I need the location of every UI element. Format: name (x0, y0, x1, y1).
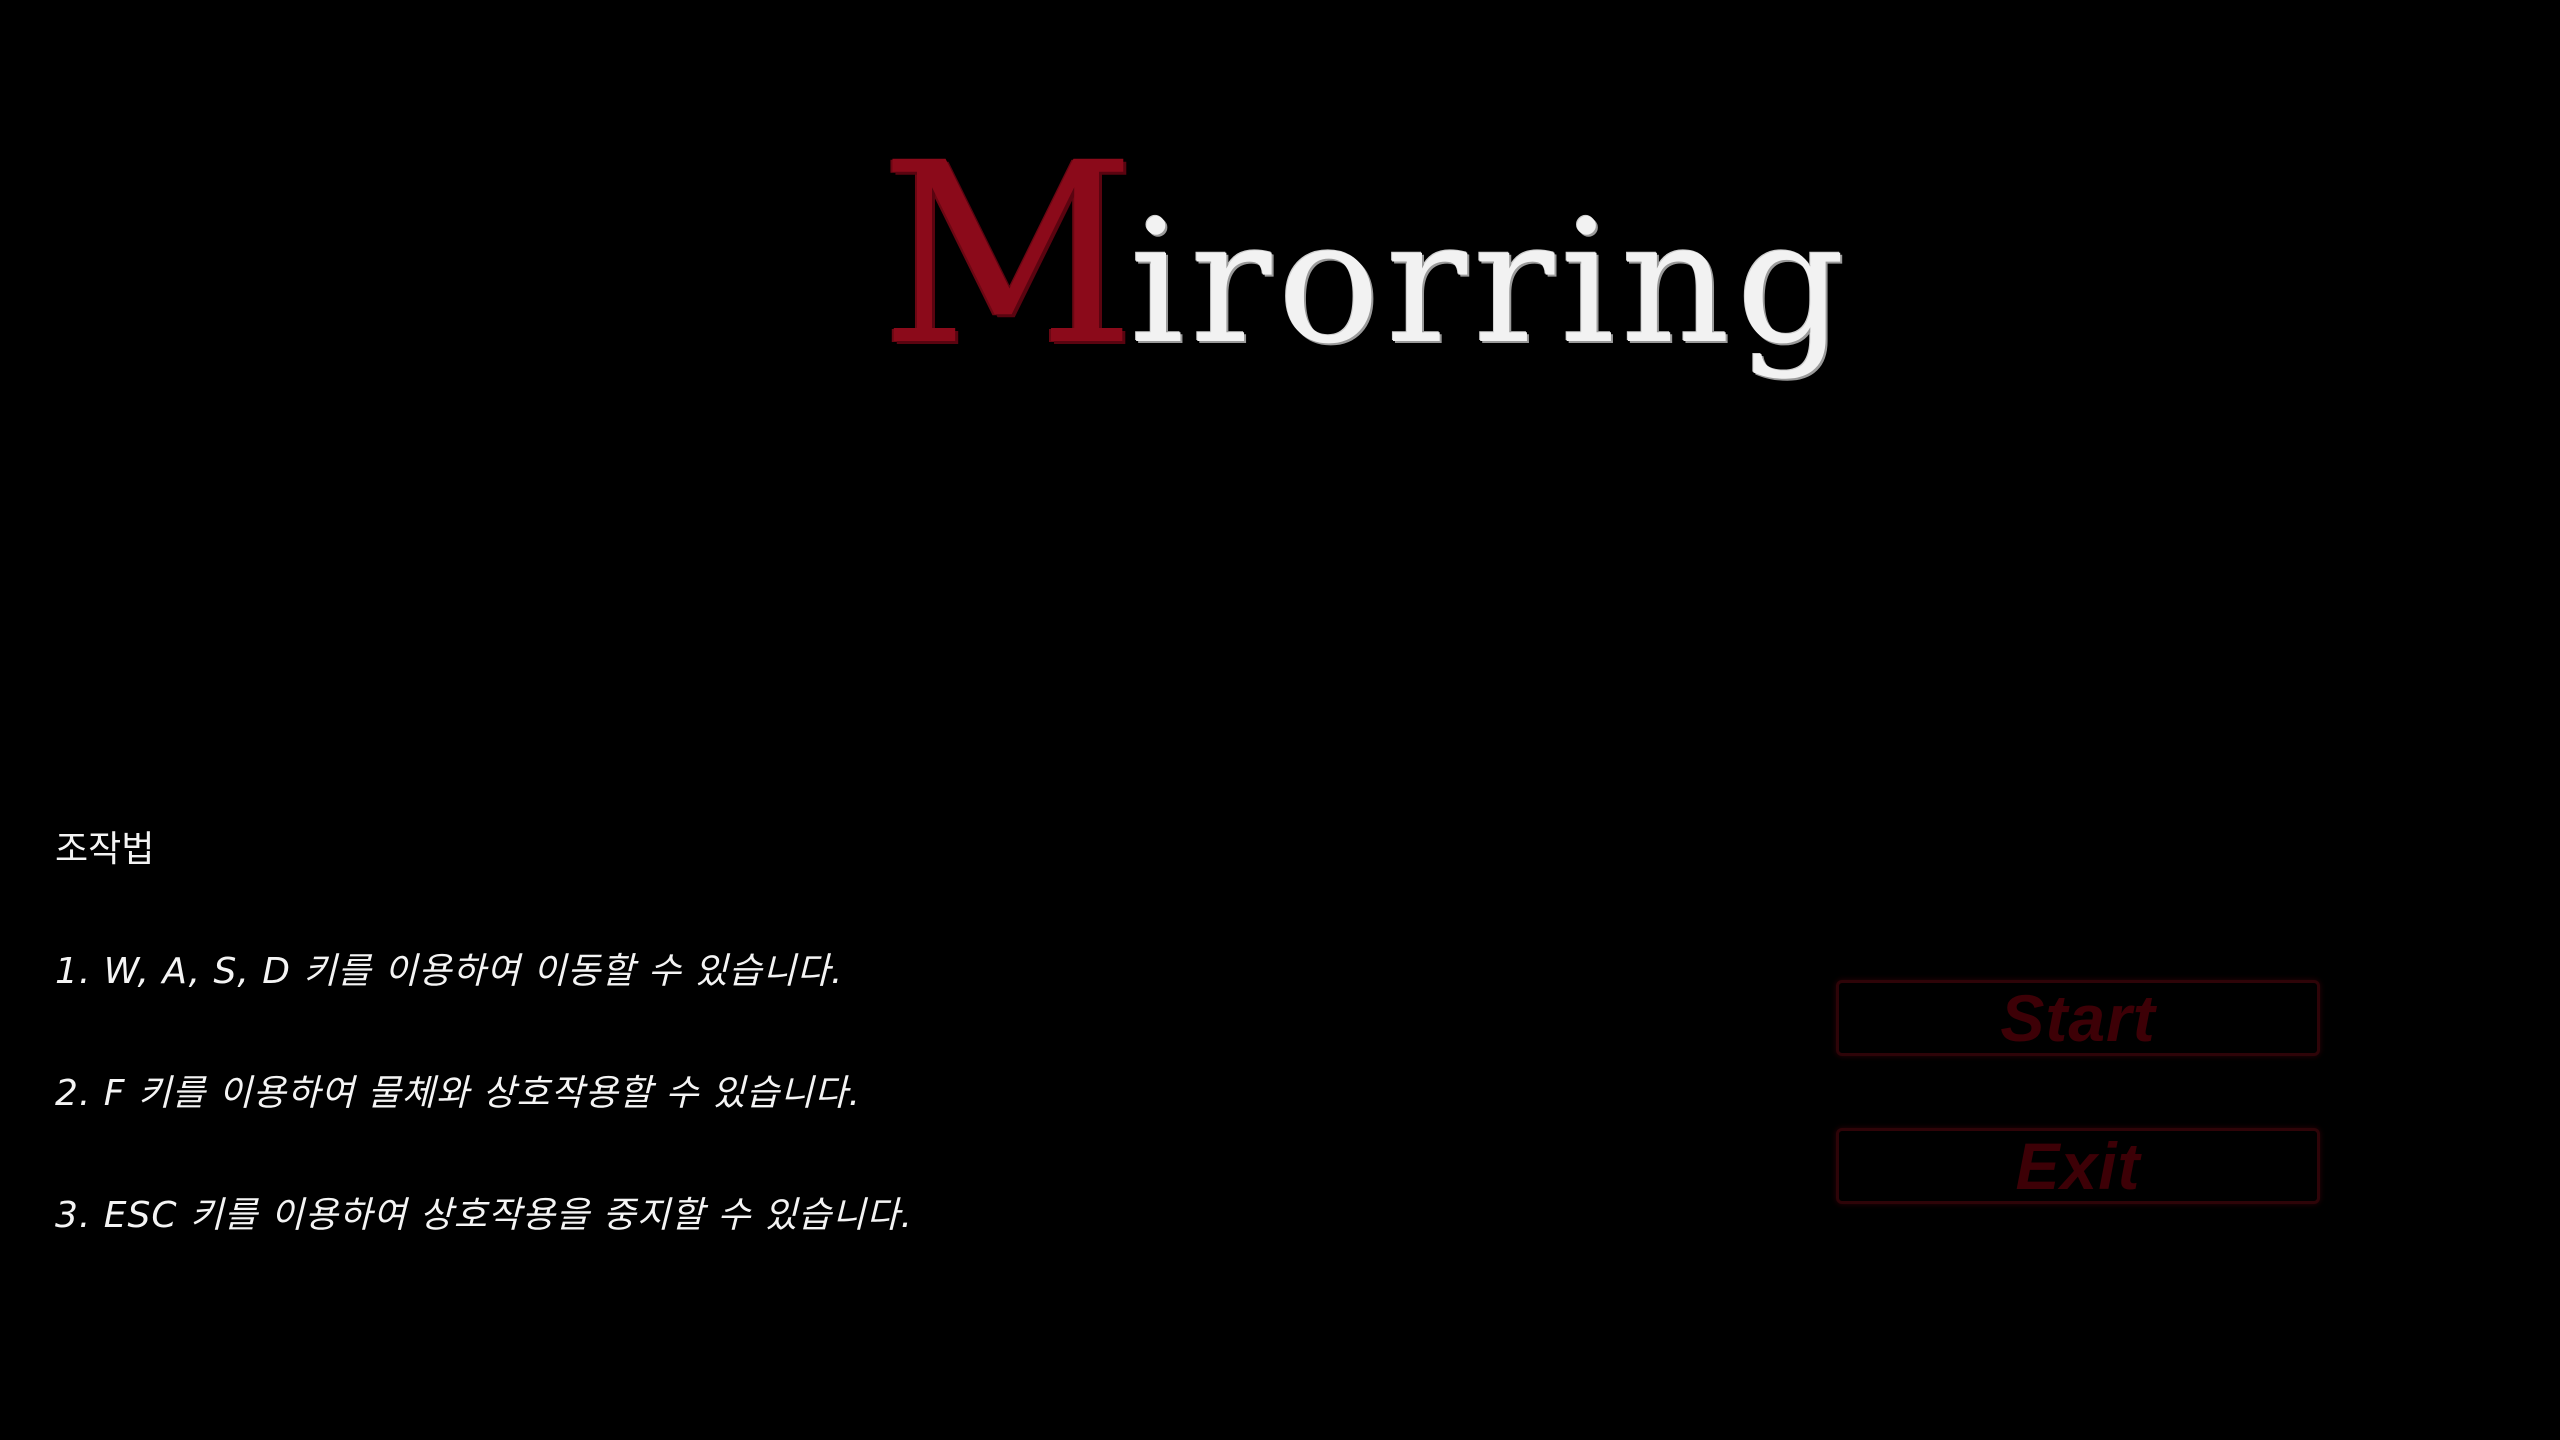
controls-panel: 조작법 1. W, A, S, D 키를 이용하여 이동할 수 있습니다. 2.… (55, 820, 1355, 1308)
title-first-letter: M (880, 109, 1136, 400)
game-title-logo: Mirorring (880, 130, 1851, 410)
control-line-cancel: 3. ESC 키를 이용하여 상호작용을 중지할 수 있습니다. (55, 1195, 913, 1236)
start-button[interactable]: Start (1836, 980, 2320, 1056)
title-screen: Mirorring 조작법 1. W, A, S, D 키를 이용하여 이동할 … (0, 0, 2560, 1440)
main-menu: Start Exit (1836, 980, 2324, 1276)
title-rest: irorring (1129, 184, 1852, 382)
start-button-label: Start (2000, 981, 2156, 1055)
exit-button-label: Exit (2015, 1129, 2141, 1203)
exit-button[interactable]: Exit (1836, 1128, 2320, 1204)
controls-heading: 조작법 (55, 829, 155, 870)
control-line-move: 1. W, A, S, D 키를 이용하여 이동할 수 있습니다. (55, 951, 844, 992)
control-line-interact: 2. F 키를 이용하여 물체와 상호작용할 수 있습니다. (55, 1073, 861, 1114)
